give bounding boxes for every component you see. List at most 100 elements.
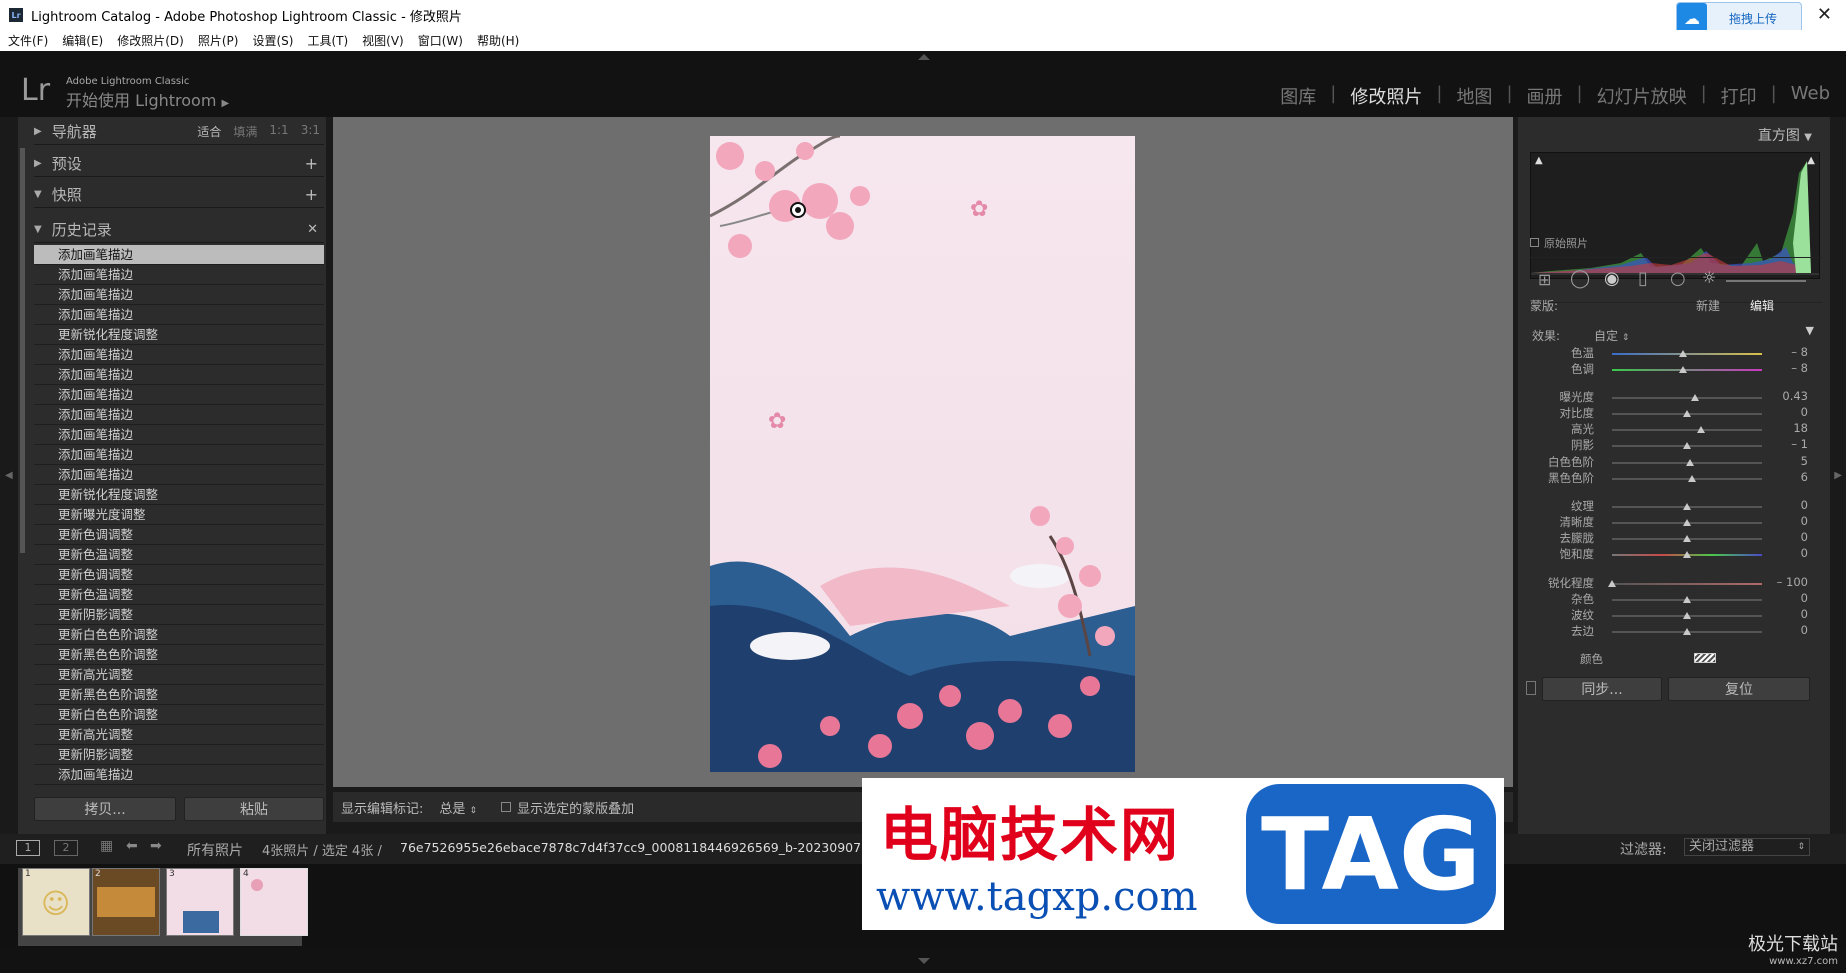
history-item[interactable]: 添加画笔描边 — [34, 285, 324, 305]
module-develop[interactable]: 修改照片 — [1350, 83, 1422, 109]
collapse-top-arrow-icon[interactable] — [918, 54, 930, 60]
close-window-button[interactable]: ✕ — [1817, 4, 1832, 25]
slider-knob[interactable] — [1683, 410, 1691, 417]
slider-value[interactable]: 0.43 — [1782, 389, 1808, 403]
menu-settings[interactable]: 设置(S) — [252, 32, 293, 49]
slider-value[interactable]: 0 — [1801, 530, 1808, 544]
slider-knob[interactable] — [1683, 519, 1691, 526]
left-collapse-icon[interactable]: ◀ — [5, 470, 13, 481]
module-map[interactable]: 地图 — [1456, 83, 1492, 109]
slider-knob[interactable] — [1683, 628, 1691, 635]
photo-preview[interactable]: ✿ ✿ — [710, 136, 1135, 772]
history-item[interactable]: 添加画笔描边 — [34, 765, 324, 785]
slider-value[interactable]: – 1 — [1791, 437, 1808, 451]
show-edit-pins-select[interactable]: 总是 ⇕ — [439, 798, 477, 817]
history-item[interactable]: 添加画笔描边 — [34, 465, 324, 485]
menu-window[interactable]: 窗口(W) — [418, 32, 463, 49]
add-preset-icon[interactable]: + — [305, 154, 318, 173]
slider-value[interactable]: 6 — [1801, 470, 1808, 484]
slider-value[interactable]: 5 — [1801, 454, 1808, 468]
right-collapse-icon[interactable]: ▶ — [1834, 470, 1842, 481]
thumbnail-3[interactable]: 3 — [166, 868, 234, 936]
get-started-link[interactable]: 开始使用 Lightroom ▶ — [66, 87, 229, 111]
sync-button[interactable]: 同步... — [1542, 677, 1662, 701]
slider-value[interactable]: – 8 — [1791, 361, 1808, 375]
slider-knob[interactable] — [1683, 535, 1691, 542]
history-item[interactable]: 添加画笔描边 — [34, 405, 324, 425]
history-item[interactable]: 更新高光调整 — [34, 725, 324, 745]
red-eye-icon[interactable]: ◉ — [1604, 268, 1620, 289]
copy-button[interactable]: 拷贝... — [34, 797, 176, 821]
slider-knob[interactable] — [1686, 459, 1694, 466]
panel-switch[interactable] — [1526, 681, 1536, 695]
presets-header[interactable]: ▶ 预设 + — [34, 151, 324, 177]
history-item[interactable]: 更新色调调整 — [34, 525, 324, 545]
history-item[interactable]: 更新阴影调整 — [34, 605, 324, 625]
history-item[interactable]: 添加画笔描边 — [34, 345, 324, 365]
history-item[interactable]: 添加画笔描边 — [34, 265, 324, 285]
slider-knob[interactable] — [1683, 503, 1691, 510]
mask-new-button[interactable]: 新建 — [1696, 297, 1720, 314]
slider-value[interactable]: 0 — [1801, 623, 1808, 637]
module-print[interactable]: 打印 — [1721, 83, 1757, 109]
history-item[interactable]: 添加画笔描边 — [34, 425, 324, 445]
menu-file[interactable]: 文件(F) — [8, 32, 48, 49]
menu-tools[interactable]: 工具(T) — [307, 32, 348, 49]
slider-knob[interactable] — [1683, 551, 1691, 558]
source-label[interactable]: 所有照片 — [187, 840, 243, 860]
snapshots-header[interactable]: ▼ 快照 + — [34, 182, 324, 208]
clear-history-icon[interactable]: ✕ — [307, 222, 318, 237]
history-item[interactable]: 更新黑色色阶调整 — [34, 685, 324, 705]
slider-value[interactable]: – 8 — [1791, 345, 1808, 359]
history-item[interactable]: 更新曝光度调整 — [34, 505, 324, 525]
add-snapshot-icon[interactable]: + — [305, 185, 318, 204]
zoom-fit[interactable]: 适合 — [197, 123, 221, 140]
menu-edit[interactable]: 编辑(E) — [62, 32, 103, 49]
history-item[interactable]: 更新锐化程度调整 — [34, 325, 324, 345]
slider-knob[interactable] — [1678, 366, 1687, 373]
slider-value[interactable]: 0 — [1801, 607, 1808, 621]
menu-photo[interactable]: 照片(P) — [198, 32, 239, 49]
mask-edit-button[interactable]: 编辑 — [1750, 297, 1774, 314]
history-item[interactable]: 添加画笔描边 — [34, 445, 324, 465]
zoom-1-1[interactable]: 1:1 — [269, 123, 288, 140]
history-header[interactable]: ▼ 历史记录 ✕ — [34, 217, 324, 243]
history-item[interactable]: 更新色温调整 — [34, 545, 324, 565]
history-item[interactable]: 更新白色色阶调整 — [34, 705, 324, 725]
crop-overlay-icon[interactable]: ⊞ — [1538, 270, 1551, 289]
slider-value[interactable]: 0 — [1801, 498, 1808, 512]
menu-view[interactable]: 视图(V) — [362, 32, 404, 49]
module-web[interactable]: Web — [1791, 83, 1830, 109]
history-item[interactable]: 添加画笔描边 — [34, 365, 324, 385]
brush-size-slider[interactable] — [1726, 280, 1806, 282]
highlight-clipping-icon[interactable]: ▲ — [1807, 155, 1815, 166]
grid-view-icon[interactable]: ▦ — [100, 838, 113, 854]
slider-knob[interactable] — [1608, 580, 1616, 587]
slider-value[interactable]: 0 — [1801, 514, 1808, 528]
history-item[interactable]: 更新白色色阶调整 — [34, 625, 324, 645]
thumbnail-4[interactable]: 4 — [240, 868, 308, 936]
slider-knob[interactable] — [1683, 612, 1691, 619]
paste-button[interactable]: 粘贴 — [184, 797, 324, 821]
history-item[interactable]: 更新色调调整 — [34, 565, 324, 585]
color-swatch[interactable] — [1694, 653, 1716, 663]
slider-track[interactable] — [1612, 369, 1762, 371]
slider-track[interactable] — [1612, 583, 1762, 585]
thumbnail-1[interactable]: 1 ☺ — [22, 868, 90, 936]
slider-knob[interactable] — [1687, 475, 1696, 482]
slider-track[interactable] — [1612, 353, 1762, 355]
show-overlay-checkbox[interactable] — [501, 802, 512, 812]
adjustment-brush-icon[interactable]: ☼ — [1702, 268, 1716, 287]
secondary-display-button[interactable]: 2 — [54, 840, 78, 856]
effect-collapse-icon[interactable]: ▼ — [1806, 324, 1814, 337]
history-item[interactable]: 添加画笔描边 — [34, 385, 324, 405]
zoom-3-1[interactable]: 3:1 — [301, 123, 320, 140]
shadow-clipping-icon[interactable]: ▲ — [1535, 155, 1543, 166]
history-item[interactable]: 添加画笔描边 — [34, 245, 324, 265]
slider-value[interactable]: 0 — [1801, 591, 1808, 605]
module-book[interactable]: 画册 — [1527, 83, 1563, 109]
slider-value[interactable]: 0 — [1801, 546, 1808, 560]
spot-removal-icon[interactable]: ◯ — [1570, 268, 1590, 289]
history-item[interactable]: 更新黑色色阶调整 — [34, 645, 324, 665]
slider-value[interactable]: 0 — [1801, 405, 1808, 419]
